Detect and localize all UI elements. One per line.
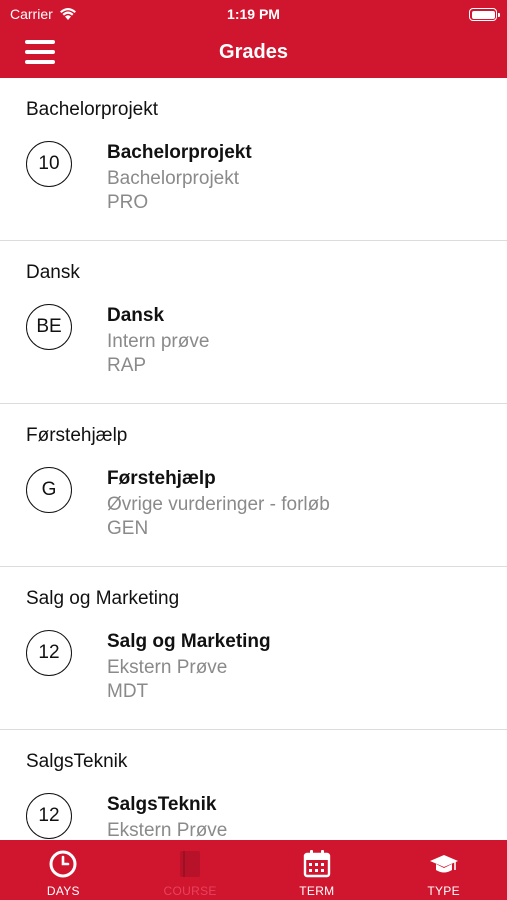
section-header: Salg og Marketing [26, 588, 180, 609]
grade-badge: 12 [26, 793, 72, 839]
exam-type: Øvrige vurderinger - forløb [107, 494, 330, 515]
grade-section[interactable]: Bachelorprojekt 10 Bachelorprojekt Bache… [0, 78, 507, 241]
calendar-icon [303, 850, 331, 878]
clock-icon [49, 850, 77, 878]
course-name: Salg og Marketing [107, 631, 271, 652]
exam-type: Intern prøve [107, 331, 210, 352]
grade-badge: G [26, 467, 72, 513]
section-header: SalgsTeknik [26, 751, 128, 772]
status-time: 1:19 PM [227, 6, 280, 22]
exam-type: Ekstern Prøve [107, 820, 228, 840]
tab-bar: DAYS COURSE TERM TYPE [0, 840, 507, 900]
tab-term[interactable]: TERM [254, 840, 381, 900]
battery-icon [469, 8, 500, 21]
course-code: PRO [107, 192, 149, 213]
grade-section[interactable]: Dansk BE Dansk Intern prøve RAP [0, 241, 507, 404]
course-name: Bachelorprojekt [107, 142, 252, 163]
course-name: Dansk [107, 305, 165, 326]
course-code: MDT [107, 681, 149, 702]
course-name: Førstehjælp [107, 468, 216, 489]
grade-badge: 12 [26, 630, 72, 676]
grade-badge: 10 [26, 141, 72, 187]
tab-days-label: DAYS [46, 884, 80, 898]
tab-course-label: COURSE [163, 884, 217, 898]
grade-section[interactable]: Førstehjælp G Førstehjælp Øvrige vurderi… [0, 404, 507, 567]
nav-bar: Grades [0, 28, 507, 78]
section-header: Dansk [26, 262, 80, 283]
course-code: GEN [107, 518, 149, 539]
page-title: Grades [219, 41, 288, 63]
tab-term-label: TERM [299, 884, 335, 898]
exam-type: Ekstern Prøve [107, 657, 228, 678]
tab-course[interactable]: COURSE [127, 840, 254, 900]
status-bar: Carrier 1:19 PM [0, 0, 507, 28]
section-header: Førstehjælp [26, 425, 128, 446]
grade-section[interactable]: SalgsTeknik 12 SalgsTeknik Ekstern Prøve [0, 730, 507, 840]
tab-days[interactable]: DAYS [0, 840, 127, 900]
grade-badge: BE [26, 304, 72, 350]
section-header: Bachelorprojekt [26, 99, 159, 120]
grades-list[interactable]: Bachelorprojekt 10 Bachelorprojekt Bache… [0, 78, 507, 840]
graduation-cap-icon [429, 855, 458, 873]
exam-type: Bachelorprojekt [107, 168, 240, 189]
course-name: SalgsTeknik [107, 794, 217, 815]
tab-type-label: TYPE [427, 884, 460, 898]
course-code: RAP [107, 355, 147, 376]
book-icon [180, 851, 201, 877]
grade-section[interactable]: Salg og Marketing 12 Salg og Marketing E… [0, 567, 507, 730]
tab-type[interactable]: TYPE [380, 840, 507, 900]
